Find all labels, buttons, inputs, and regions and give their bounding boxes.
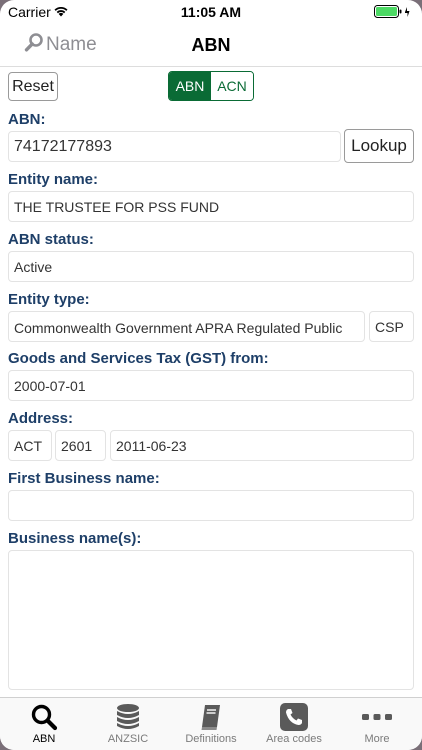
tab-anzsic[interactable]: ANZSIC [86, 698, 170, 750]
entity-name-field[interactable]: THE TRUSTEE FOR PSS FUND [8, 191, 414, 222]
entity-type-label: Entity type: [8, 291, 90, 308]
lookup-button[interactable]: Lookup [344, 129, 414, 163]
app-screen: Carrier 11:05 AM Name ABN Reset ABN ACN … [0, 0, 422, 750]
database-icon [113, 702, 143, 732]
gst-from-field[interactable]: 2000-07-01 [8, 370, 414, 401]
segment-abn[interactable]: ABN [169, 72, 211, 100]
tab-bar: ABN ANZSIC Definitions Area codes More [0, 697, 422, 750]
status-bar: Carrier 11:05 AM [0, 0, 422, 24]
tab-anzsic-label: ANZSIC [107, 733, 149, 745]
abn-label: ABN: [8, 111, 46, 128]
page-title: ABN [191, 35, 231, 55]
phone-icon [279, 702, 309, 732]
abn-input[interactable]: 74172177893 [8, 131, 341, 162]
abn-acn-segmented-control: ABN ACN [168, 71, 254, 101]
tab-definitions-label: Definitions [185, 733, 237, 745]
entity-type-field[interactable]: Commonwealth Government APRA Regulated P… [8, 311, 365, 342]
tab-abn[interactable]: ABN [2, 698, 86, 750]
clock-time: 11:05 AM [180, 4, 242, 20]
more-icon [362, 702, 392, 732]
tab-area-codes-label: Area codes [266, 733, 322, 745]
tab-more-label: More [364, 733, 390, 745]
battery-icon [374, 5, 412, 19]
tab-more[interactable]: More [335, 698, 419, 750]
address-date-field[interactable]: 2011-06-23 [110, 430, 414, 461]
tab-abn-label: ABN [32, 733, 56, 745]
business-names-label: Business name(s): [8, 530, 142, 547]
reset-button[interactable]: Reset [8, 72, 58, 101]
first-business-name-field[interactable] [8, 490, 414, 521]
segment-acn[interactable]: ACN [211, 72, 253, 100]
search-icon [29, 702, 59, 732]
navigation-bar: Name ABN [0, 24, 422, 67]
tab-definitions[interactable]: Definitions [169, 698, 253, 750]
first-business-name-label: First Business name: [8, 470, 160, 487]
abn-status-field[interactable]: Active [8, 251, 414, 282]
tab-area-codes[interactable]: Area codes [252, 698, 336, 750]
entity-name-label: Entity name: [8, 171, 99, 188]
abn-status-label: ABN status: [8, 231, 94, 248]
address-state-field[interactable]: ACT [8, 430, 52, 461]
address-label: Address: [8, 410, 74, 427]
address-postcode-field[interactable]: 2601 [55, 430, 106, 461]
book-icon [196, 702, 226, 732]
gst-label: Goods and Services Tax (GST) from: [8, 350, 269, 367]
business-names-textarea[interactable] [8, 550, 414, 690]
entity-type-code-field[interactable]: CSP [369, 311, 414, 342]
